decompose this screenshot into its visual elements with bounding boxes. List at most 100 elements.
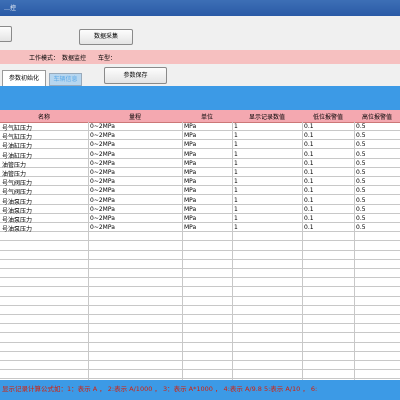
table-cell[interactable]: 0~2MPa — [90, 141, 115, 148]
table-row[interactable]: 号油泵压力 0~2MPa MPa 1 0.1 0.5 — [0, 205, 400, 215]
table-cell[interactable]: 0.5 — [356, 141, 366, 148]
table-cell[interactable]: 0~2MPa — [90, 187, 115, 194]
table-cell[interactable]: MPa — [184, 160, 196, 167]
table-cell[interactable]: 0~2MPa — [90, 197, 115, 204]
table-row[interactable]: 油管压力 0~2MPa MPa 1 0.1 0.5 — [0, 168, 400, 178]
table-row[interactable]: 油管压力 0~2MPa MPa 1 0.1 0.5 — [0, 159, 400, 169]
table-cell[interactable]: 0.5 — [356, 169, 366, 176]
table-cell[interactable]: 0~2MPa — [90, 178, 115, 185]
table-cell[interactable]: 0.1 — [304, 215, 314, 222]
table-cell[interactable]: 1 — [234, 141, 238, 148]
table-row[interactable] — [0, 315, 400, 325]
table-row[interactable]: 号油泵压力 0~2MPa MPa 1 0.1 0.5 — [0, 196, 400, 206]
table-row[interactable] — [0, 352, 400, 361]
table-row[interactable] — [0, 361, 400, 371]
table-cell[interactable]: MPa — [184, 123, 196, 130]
table-cell[interactable]: 0.1 — [304, 151, 314, 158]
table-row[interactable] — [0, 306, 400, 315]
table-cell[interactable]: 0.5 — [356, 215, 366, 222]
table-row[interactable]: 号油泵压力 0~2MPa MPa 1 0.1 0.5 — [0, 214, 400, 224]
table-cell[interactable]: 0.1 — [304, 132, 314, 139]
table-row[interactable]: 号气阀压力 0~2MPa MPa 1 0.1 0.5 — [0, 177, 400, 187]
table-cell[interactable]: 1 — [234, 224, 238, 231]
table-row[interactable] — [0, 324, 400, 334]
table-cell[interactable]: MPa — [184, 178, 196, 185]
tab-param-init[interactable]: 参数初始化 — [2, 70, 46, 86]
table-row[interactable] — [0, 242, 400, 251]
table-cell[interactable]: MPa — [184, 197, 196, 204]
table-cell[interactable]: 0.1 — [304, 178, 314, 185]
table-cell[interactable]: 0.1 — [304, 141, 314, 148]
table-row[interactable] — [0, 343, 400, 352]
table-cell[interactable]: 0.1 — [304, 123, 314, 130]
table-cell[interactable]: 1 — [234, 187, 238, 194]
table-cell[interactable]: 0~2MPa — [90, 206, 115, 213]
param-save-label: 参数保存 — [123, 72, 148, 79]
tab-param-init-label: 参数初始化 — [8, 75, 39, 82]
table-row[interactable]: 号油缸压力 0~2MPa MPa 1 0.1 0.5 — [0, 150, 400, 160]
table-cell[interactable]: 0~2MPa — [90, 160, 115, 167]
col-header-name: 名称 — [37, 114, 50, 121]
table-cell[interactable]: 0.5 — [356, 132, 366, 139]
table-cell[interactable]: 0~2MPa — [90, 151, 115, 158]
table-cell[interactable]: MPa — [184, 169, 196, 176]
tab-vehicle-info[interactable]: 车辆信息 — [49, 73, 82, 86]
table-cell[interactable]: 0.5 — [356, 187, 366, 194]
table-row[interactable] — [0, 297, 400, 306]
data-collect-button[interactable]: 数据采集 — [79, 29, 133, 45]
table-row[interactable] — [0, 232, 400, 242]
table-cell[interactable]: 0.5 — [356, 224, 366, 231]
table-cell[interactable]: MPa — [184, 187, 196, 194]
table-cell[interactable]: 1 — [234, 151, 238, 158]
table-cell[interactable]: 0~2MPa — [90, 123, 115, 130]
param-save-button[interactable]: 参数保存 — [104, 67, 167, 84]
table-cell[interactable]: 0~2MPa — [90, 224, 115, 231]
table-row[interactable] — [0, 278, 400, 288]
table-cell[interactable]: 1 — [234, 123, 238, 130]
table-cell[interactable]: 1 — [234, 197, 238, 204]
table-cell[interactable]: MPa — [184, 151, 196, 158]
table-cell[interactable]: MPa — [184, 132, 196, 139]
table-row[interactable]: 号油泵压力 0~2MPa MPa 1 0.1 0.5 — [0, 223, 400, 233]
table-row[interactable] — [0, 370, 400, 380]
table-cell[interactable]: 0.5 — [356, 197, 366, 204]
table-cell[interactable]: 0.1 — [304, 169, 314, 176]
table-cell[interactable]: 1 — [234, 178, 238, 185]
table-cell[interactable]: 1 — [234, 215, 238, 222]
toolbar-left-button[interactable] — [0, 26, 12, 42]
col-header-display-value: 显示记录数值 — [248, 114, 285, 121]
tab-vehicle-info-label: 车辆信息 — [53, 76, 78, 83]
table-row[interactable] — [0, 288, 400, 297]
table-cell[interactable]: 0~2MPa — [90, 215, 115, 222]
table-row[interactable]: 号气缸压力 0~2MPa MPa 1 0.1 0.5 — [0, 122, 400, 132]
table-cell[interactable]: 1 — [234, 132, 238, 139]
table-cell[interactable]: MPa — [184, 215, 196, 222]
table-cell[interactable]: 1 — [234, 169, 238, 176]
table-cell[interactable]: 0.1 — [304, 206, 314, 213]
table-cell[interactable]: 0.5 — [356, 151, 366, 158]
table-row[interactable]: 号气阀压力 0~2MPa MPa 1 0.1 0.5 — [0, 186, 400, 196]
table-cell[interactable]: 0.5 — [356, 178, 366, 185]
table-cell[interactable]: 0~2MPa — [90, 132, 115, 139]
tab-bar: 参数初始化 车辆信息 参数保存 — [0, 64, 400, 86]
model-label: 车型： — [98, 55, 117, 62]
table-row[interactable]: 号油缸压力 0~2MPa MPa 1 0.1 0.5 — [0, 140, 400, 150]
table-row[interactable] — [0, 260, 400, 269]
table-cell[interactable]: 1 — [234, 160, 238, 167]
table-cell[interactable]: 0.1 — [304, 160, 314, 167]
table-row[interactable] — [0, 251, 400, 260]
table-cell[interactable]: MPa — [184, 141, 196, 148]
table-cell[interactable]: 0.5 — [356, 123, 366, 130]
table-cell[interactable]: 1 — [234, 206, 238, 213]
table-cell[interactable]: 0.1 — [304, 224, 314, 231]
table-row[interactable] — [0, 269, 400, 279]
table-cell[interactable]: 0.1 — [304, 197, 314, 204]
table-cell[interactable]: MPa — [184, 224, 196, 231]
table-cell[interactable]: 0.5 — [356, 160, 366, 167]
table-cell[interactable]: MPa — [184, 206, 196, 213]
table-row[interactable] — [0, 334, 400, 343]
table-cell[interactable]: 0.5 — [356, 206, 366, 213]
table-row[interactable]: 号气缸压力 0~2MPa MPa 1 0.1 0.5 — [0, 131, 400, 141]
table-cell[interactable]: 0.1 — [304, 187, 314, 194]
table-cell[interactable]: 0~2MPa — [90, 169, 115, 176]
